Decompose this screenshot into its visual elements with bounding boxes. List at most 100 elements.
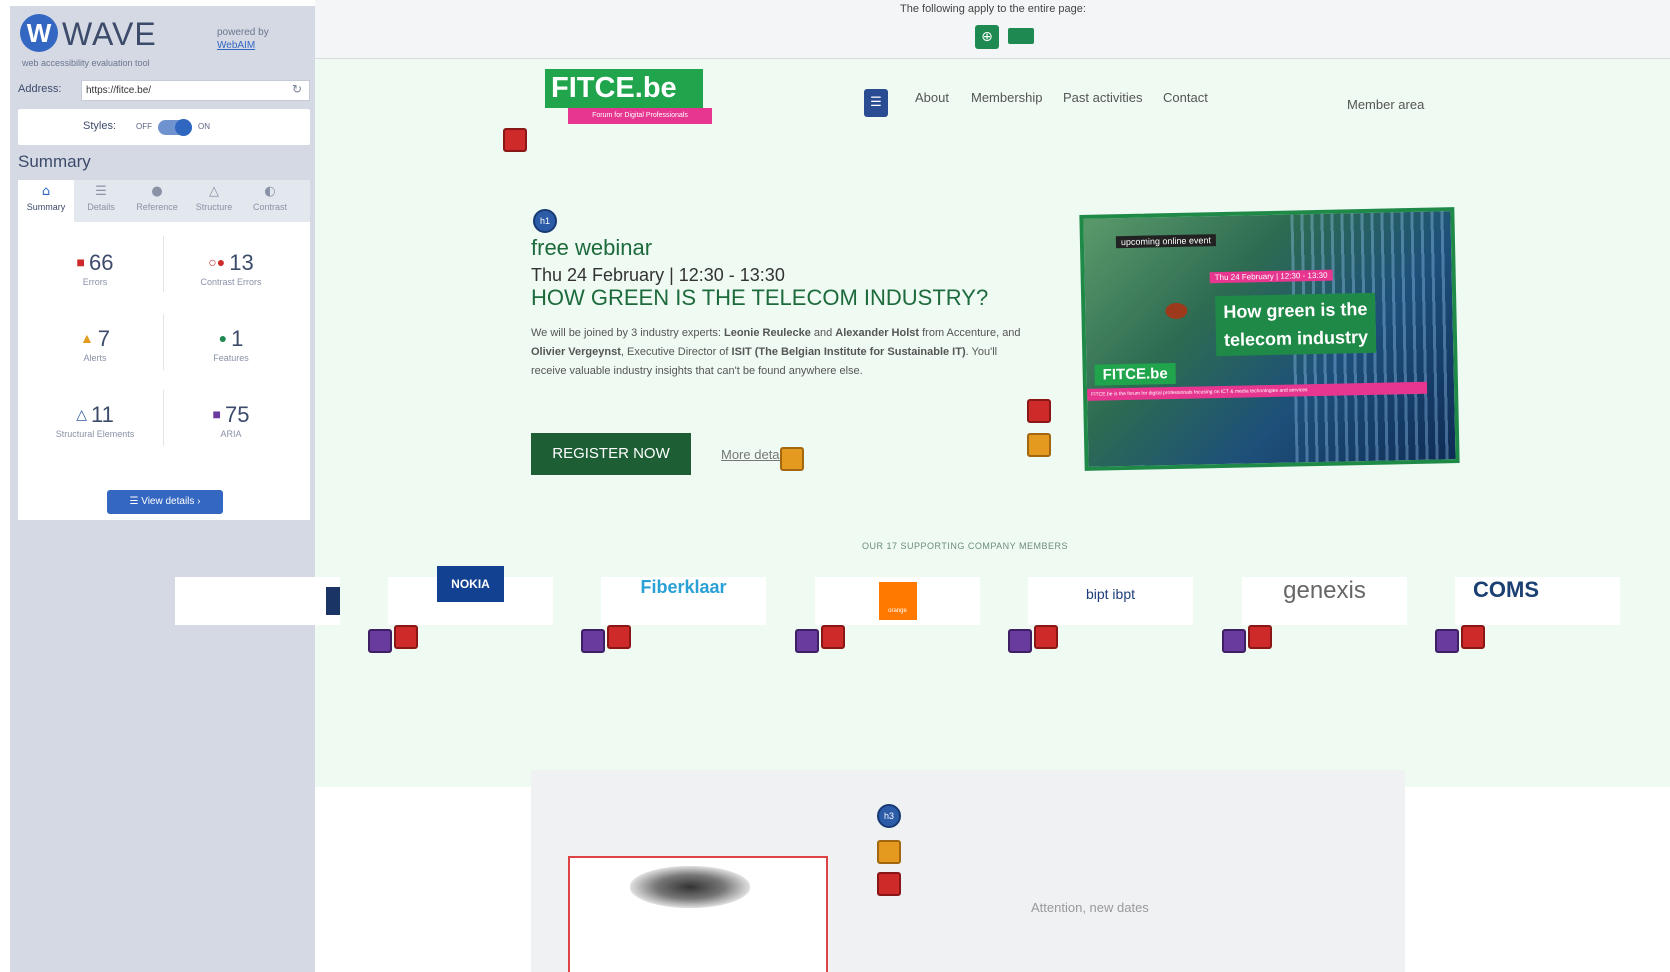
webinar-label: free webinar — [531, 235, 653, 260]
banner-title: How green is the telecom industry — [1215, 292, 1377, 357]
wave-tagline: web accessibility evaluation tool — [22, 58, 150, 68]
page-level-icons-bar: The following apply to the entire page: … — [315, 0, 1670, 59]
skip-link-feature-icon[interactable] — [1008, 28, 1034, 44]
tab-structure-label: Structure — [195, 202, 233, 212]
nav-past-activities[interactable]: Past activities — [1063, 90, 1142, 105]
member-logo-fiberklaar[interactable]: Fiberklaar — [601, 577, 766, 625]
wave-error-icon[interactable] — [1034, 625, 1058, 649]
webaim-link[interactable]: WebAIM — [217, 39, 269, 52]
tab-details[interactable]: ☰ Details — [74, 180, 128, 222]
wave-aria-icon[interactable] — [795, 629, 819, 653]
member-logo-bipt[interactable]: bipt ibpt — [1028, 577, 1193, 625]
powered-by-label: powered by — [217, 27, 269, 38]
address-row: Address: ↻ — [18, 78, 310, 102]
wave-error-icon[interactable] — [394, 625, 418, 649]
stat-aria: ■ 75 ARIA — [166, 402, 296, 439]
tab-reference[interactable]: ● Reference — [128, 180, 186, 222]
member-logo-coms[interactable]: COMS — [1455, 577, 1620, 625]
aria-nav-icon[interactable]: ☰ — [864, 89, 888, 117]
news-image-graphic — [630, 866, 750, 908]
wave-error-icon[interactable] — [877, 872, 901, 896]
wave-aria-icon[interactable] — [1008, 629, 1032, 653]
wave-aria-icon[interactable] — [1435, 629, 1459, 653]
home-icon: ⌂ — [41, 184, 51, 199]
hero-section: FITCE.be Forum for Digital Professionals… — [175, 59, 1670, 787]
ladybug-image — [1165, 302, 1188, 320]
wave-aria-icon[interactable] — [581, 629, 605, 653]
heading-h1-icon[interactable]: h1 — [533, 209, 557, 233]
styles-toggle[interactable] — [158, 119, 192, 136]
wave-error-icon[interactable] — [607, 625, 631, 649]
contrast-icon: ◐ — [264, 184, 276, 199]
wave-error-icon[interactable] — [1248, 625, 1272, 649]
wave-logo-icon: W — [20, 14, 58, 52]
member-logo: bipt ibpt — [1085, 586, 1136, 602]
member-logo: COMS — [1473, 577, 1539, 602]
desc-text: We will be joined by 3 industry experts: — [531, 327, 724, 339]
stat-structural: △ 11 Structural Elements — [30, 402, 160, 439]
reload-icon[interactable]: ↻ — [292, 82, 302, 96]
nokia-logo-text: NOKIA — [437, 566, 504, 602]
error-icon: ■ — [76, 254, 85, 270]
structure-icon: △ — [76, 406, 87, 422]
member-logo-genexis[interactable]: genexis — [1242, 577, 1407, 625]
divider — [163, 390, 164, 446]
divider — [163, 314, 164, 370]
wave-error-icon[interactable] — [1027, 399, 1051, 423]
structural-label: Structural Elements — [55, 429, 135, 439]
tab-structure[interactable]: △ Structure — [186, 180, 242, 222]
wave-tabs: ⌂ Summary ☰ Details ● Reference △ Struct… — [18, 180, 310, 222]
member-logo-card[interactable] — [175, 577, 340, 625]
wave-brand[interactable]: W WAVE web accessibility evaluation tool — [20, 12, 180, 68]
wave-aria-icon[interactable] — [368, 629, 392, 653]
members-heading: OUR 17 SUPPORTING COMPANY MEMBERS — [861, 541, 1069, 551]
member-logo-nokia[interactable]: NOKIA — [388, 566, 553, 625]
contrast-error-icon: ○● — [208, 254, 226, 270]
powered-by: powered by WebAIM — [217, 26, 269, 52]
view-details-label: View details › — [141, 496, 201, 507]
member-logo-image — [326, 586, 340, 615]
wave-aria-icon[interactable] — [1222, 629, 1246, 653]
wave-error-icon[interactable] — [503, 128, 527, 152]
evaluated-page: The following apply to the entire page: … — [175, 0, 1670, 972]
nav-membership[interactable]: Membership — [971, 90, 1043, 105]
desc-text: and — [810, 327, 836, 339]
tab-contrast-label: Contrast — [252, 202, 287, 212]
summary-heading: Summary — [18, 152, 91, 171]
contrast-label: Contrast Errors — [200, 277, 262, 287]
alerts-label: Alerts — [83, 353, 107, 363]
summary-panel: ■ 66 Errors ○● 13 Contrast Errors ▲ 7 Alert… — [18, 222, 310, 520]
news-image — [568, 856, 828, 972]
fitce-logo[interactable]: FITCE.be — [545, 69, 703, 108]
address-label: Address: — [18, 83, 62, 95]
news-section: h3 Attention, new dates — [531, 770, 1405, 972]
structural-count: 11 — [90, 402, 114, 427]
wave-error-icon[interactable] — [1461, 625, 1485, 649]
wave-title: WAVE — [62, 16, 157, 52]
language-feature-icon[interactable]: ⊕ — [975, 25, 999, 49]
heading-h3-icon[interactable]: h3 — [877, 804, 901, 828]
wave-error-icon[interactable] — [821, 625, 845, 649]
tab-summary[interactable]: ⌂ Summary — [18, 180, 74, 222]
member-area-link[interactable]: Member area — [1347, 97, 1424, 112]
orange-logo-text: orange — [878, 581, 917, 620]
wave-alert-icon[interactable] — [780, 447, 804, 471]
stat-errors: ■ 66 Errors — [30, 250, 160, 287]
desc-text: from Accenture, and — [919, 327, 1021, 339]
address-input[interactable] — [81, 80, 310, 101]
tab-details-label: Details — [87, 202, 115, 212]
wave-alert-icon[interactable] — [877, 840, 901, 864]
webinar-description: We will be joined by 3 industry experts:… — [531, 324, 1031, 381]
fitce-tagline: Forum for Digital Professionals — [568, 108, 712, 124]
styles-on-label: ON — [198, 122, 210, 131]
tab-contrast[interactable]: ◐ Contrast — [242, 180, 298, 222]
register-now-button[interactable]: REGISTER NOW — [531, 433, 691, 475]
member-logo-orange[interactable]: orange — [815, 577, 980, 625]
nav-about[interactable]: About — [915, 90, 949, 105]
desc-speaker: Alexander Holst — [835, 327, 920, 339]
errors-count: 66 — [88, 250, 114, 275]
view-details-button[interactable]: ☰ View details › — [107, 490, 223, 514]
divider — [163, 236, 164, 292]
nav-contact[interactable]: Contact — [1163, 90, 1208, 105]
wave-alert-icon[interactable] — [1027, 433, 1051, 457]
